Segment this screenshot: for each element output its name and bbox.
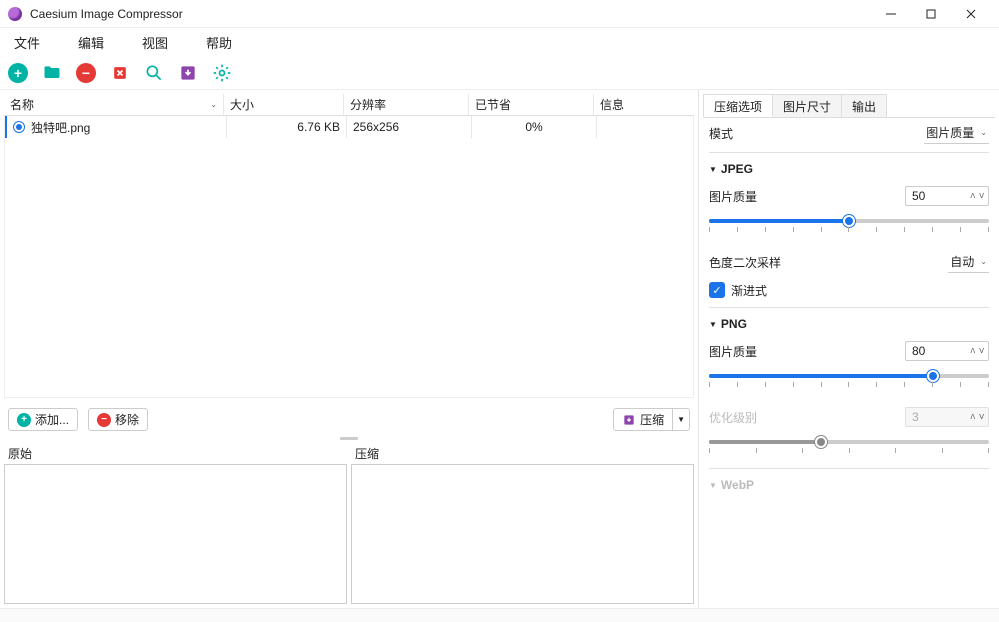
remove-pill-button[interactable]: −移除 (88, 408, 148, 431)
file-table-body: 独特吧.png 6.76 KB 256x256 0% (4, 116, 694, 398)
col-header-saved[interactable]: 已节省 (469, 94, 594, 115)
collapse-icon: ▼ (709, 481, 717, 490)
settings-button[interactable] (210, 61, 234, 85)
checkbox-checked-icon: ✓ (709, 282, 725, 298)
compress-dropdown-button[interactable]: ▼ (672, 409, 689, 430)
png-quality-slider[interactable] (709, 368, 989, 394)
file-table-header: 名称⌄ 大小 分辨率 已节省 信息 (4, 94, 694, 116)
menu-bar: 文件 编辑 视图 帮助 (0, 28, 999, 56)
png-optlevel-slider (709, 434, 989, 460)
jpeg-chroma-select[interactable]: 自动⌄ (948, 251, 989, 273)
jpeg-quality-spinbox[interactable]: 50ᐱᐯ (905, 186, 989, 206)
png-optlevel-label: 优化级别 (709, 409, 905, 426)
app-logo-icon (8, 7, 22, 21)
jpeg-chroma-row: 色度二次采样 自动⌄ (709, 247, 989, 277)
title-bar: Caesium Image Compressor (0, 0, 999, 28)
col-header-size[interactable]: 大小 (224, 94, 344, 115)
open-folder-button[interactable] (40, 61, 64, 85)
mode-row: 模式 图片质量⌄ (709, 118, 989, 148)
mode-label: 模式 (709, 125, 924, 142)
menu-help[interactable]: 帮助 (198, 29, 240, 56)
preview-compressed-box (351, 464, 694, 604)
row-radio-icon[interactable] (13, 121, 25, 133)
png-quality-spinbox[interactable]: 80ᐱᐯ (905, 341, 989, 361)
maximize-button[interactable] (911, 0, 951, 28)
collapse-icon: ▼ (709, 320, 717, 329)
menu-edit[interactable]: 编辑 (70, 29, 112, 56)
chevron-down-icon: ⌄ (980, 128, 987, 137)
file-name: 独特吧.png (31, 119, 90, 136)
jpeg-quality-slider[interactable] (709, 213, 989, 239)
png-quality-label: 图片质量 (709, 343, 905, 360)
spin-down-icon: ᐯ (979, 413, 984, 421)
compress-button[interactable] (176, 61, 200, 85)
preview-original-box (4, 464, 347, 604)
jpeg-chroma-label: 色度二次采样 (709, 254, 948, 271)
remove-button[interactable]: − (74, 61, 98, 85)
right-content: 模式 图片质量⌄ ▼JPEG 图片质量 50ᐱᐯ 色度二次采样 自动⌄ ✓ 渐进… (699, 118, 999, 608)
spin-up-icon: ᐱ (970, 413, 975, 421)
window-title: Caesium Image Compressor (30, 7, 183, 21)
right-panel: 压缩选项 图片尺寸 输出 模式 图片质量⌄ ▼JPEG 图片质量 50ᐱᐯ 色度… (699, 90, 999, 608)
toolbar: + − (0, 56, 999, 90)
file-saved: 0% (472, 116, 597, 138)
splitter-handle[interactable] (0, 437, 698, 443)
spin-up-icon[interactable]: ᐱ (970, 347, 975, 355)
png-optlevel-row: 优化级别 3ᐱᐯ (709, 402, 989, 432)
jpeg-quality-label: 图片质量 (709, 188, 905, 205)
file-info (597, 116, 693, 138)
png-optlevel-spinbox: 3ᐱᐯ (905, 407, 989, 427)
clear-list-button[interactable] (108, 61, 132, 85)
status-bar (0, 608, 999, 622)
file-resolution: 256x256 (347, 116, 472, 138)
compress-main-button[interactable]: 压缩 (614, 409, 672, 430)
col-header-name[interactable]: 名称⌄ (4, 94, 224, 115)
collapse-icon: ▼ (709, 165, 717, 174)
add-file-button[interactable]: + (6, 61, 30, 85)
spin-down-icon[interactable]: ᐯ (979, 347, 984, 355)
preview-compressed-pane: 压缩 (351, 443, 694, 604)
preview-compressed-label: 压缩 (351, 443, 694, 464)
preview-area: 原始 压缩 (0, 443, 698, 608)
left-panel: 名称⌄ 大小 分辨率 已节省 信息 独特吧.png 6.76 KB 256x25… (0, 90, 699, 608)
jpeg-progressive-checkbox[interactable]: ✓ 渐进式 (709, 277, 989, 303)
png-section-header[interactable]: ▼PNG (709, 312, 989, 336)
compress-icon (622, 413, 636, 427)
close-button[interactable] (951, 0, 991, 28)
preview-original-pane: 原始 (4, 443, 347, 604)
main-area: 名称⌄ 大小 分辨率 已节省 信息 独特吧.png 6.76 KB 256x25… (0, 90, 999, 608)
minimize-button[interactable] (871, 0, 911, 28)
menu-view[interactable]: 视图 (134, 29, 176, 56)
file-size: 6.76 KB (227, 116, 347, 138)
spin-down-icon[interactable]: ᐯ (979, 192, 984, 200)
preview-button[interactable] (142, 61, 166, 85)
mode-select[interactable]: 图片质量⌄ (924, 122, 989, 144)
tab-image-size[interactable]: 图片尺寸 (772, 94, 842, 117)
preview-original-label: 原始 (4, 443, 347, 464)
col-header-info[interactable]: 信息 (594, 94, 694, 115)
col-header-resolution[interactable]: 分辨率 (344, 94, 469, 115)
right-tabs: 压缩选项 图片尺寸 输出 (703, 94, 995, 118)
jpeg-quality-row: 图片质量 50ᐱᐯ (709, 181, 989, 211)
action-row: +添加... −移除 压缩 ▼ (0, 402, 698, 437)
png-quality-row: 图片质量 80ᐱᐯ (709, 336, 989, 366)
compress-split-button[interactable]: 压缩 ▼ (613, 408, 690, 431)
add-pill-button[interactable]: +添加... (8, 408, 78, 431)
file-table: 名称⌄ 大小 分辨率 已节省 信息 独特吧.png 6.76 KB 256x25… (4, 94, 694, 398)
webp-section-header[interactable]: ▼WebP (709, 473, 989, 497)
table-row[interactable]: 独特吧.png 6.76 KB 256x256 0% (5, 116, 693, 138)
sort-indicator-icon: ⌄ (210, 100, 217, 109)
spin-up-icon[interactable]: ᐱ (970, 192, 975, 200)
chevron-down-icon: ⌄ (980, 257, 987, 266)
tab-output[interactable]: 输出 (841, 94, 887, 117)
menu-file[interactable]: 文件 (6, 29, 48, 56)
jpeg-section-header[interactable]: ▼JPEG (709, 157, 989, 181)
tab-compress-options[interactable]: 压缩选项 (703, 94, 773, 117)
